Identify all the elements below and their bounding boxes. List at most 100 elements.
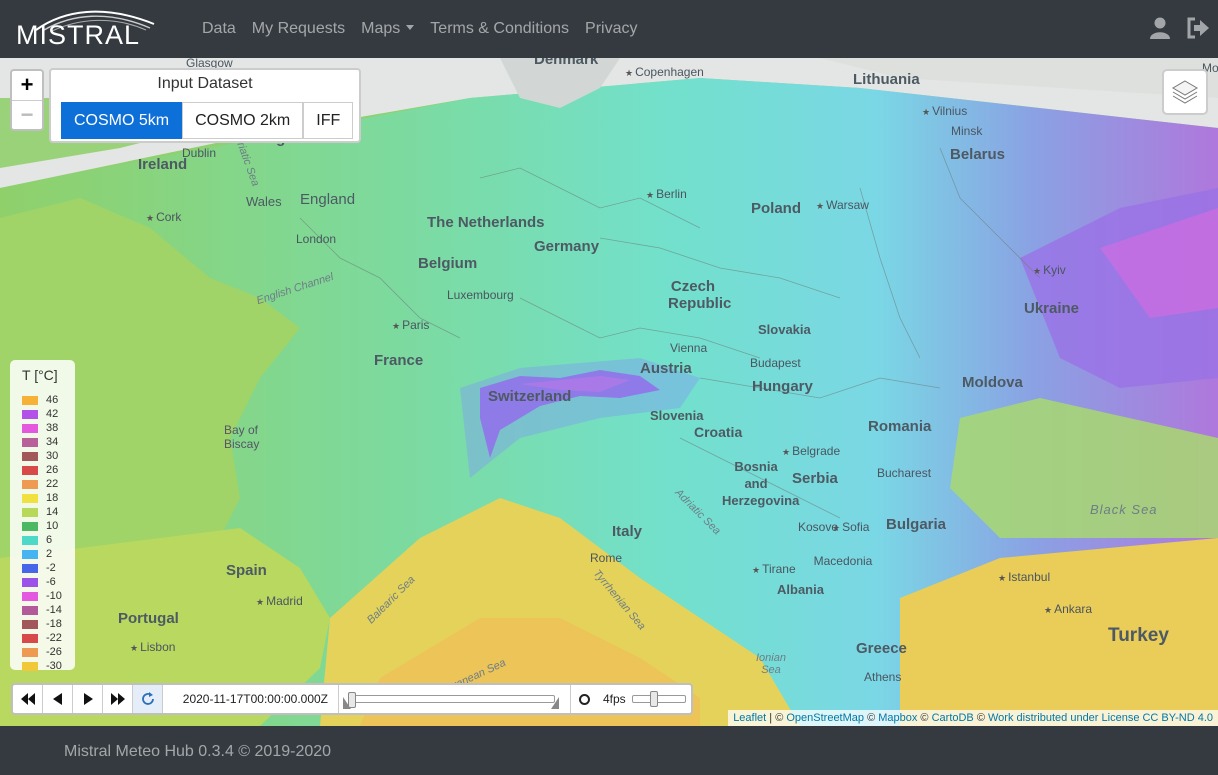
attribution-separator: ©: [973, 712, 988, 724]
map-label-country: Czech Republic: [668, 278, 732, 312]
layers-control[interactable]: [1162, 69, 1208, 115]
footer-text: Mistral Meteo Hub 0.3.4 © 2019-2020: [64, 743, 332, 760]
legend-value: 18: [46, 492, 59, 504]
map-label-country: Greece: [856, 640, 907, 657]
legend-title: T [°C]: [22, 367, 58, 383]
attribution-separator: ©: [917, 712, 932, 724]
legend-swatch: [22, 549, 38, 559]
nav-link-my-requests[interactable]: My Requests: [244, 20, 353, 38]
map-label-city: Warsaw: [816, 198, 869, 212]
first-frame-button[interactable]: [13, 685, 43, 713]
dataset-iff-button[interactable]: IFF: [303, 102, 354, 139]
map-label-city: Vilnius: [922, 104, 967, 118]
refresh-icon: [141, 692, 154, 705]
legend-row: 38: [22, 421, 58, 435]
map-label-city: Rome: [590, 551, 623, 565]
nav-link-terms[interactable]: Terms & Conditions: [422, 20, 577, 38]
legend-swatch: [22, 423, 38, 433]
dataset-cosmo-2km-button[interactable]: COSMO 2km: [182, 102, 304, 139]
mistral-logo[interactable]: MISTRAL: [14, 6, 156, 50]
cartodb-link[interactable]: CartoDB: [932, 712, 974, 724]
play-button[interactable]: [73, 685, 103, 713]
legend-row: 6: [22, 533, 52, 547]
legend-swatch: [22, 451, 38, 461]
legend-value: 38: [46, 422, 59, 434]
map-label-sea: Black Sea: [1090, 502, 1158, 517]
zoom-out-button[interactable]: −: [12, 100, 42, 129]
legend-value: 30: [46, 450, 59, 462]
map-label-country: The Netherlands: [427, 214, 545, 231]
time-slider-handle[interactable]: [348, 692, 356, 708]
map-attribution: Leaflet | © OpenStreetMap © Mapbox © Car…: [728, 710, 1218, 726]
layers-icon: [1172, 80, 1198, 104]
legend-row: 42: [22, 407, 58, 421]
openstreetmap-link[interactable]: OpenStreetMap: [786, 712, 864, 724]
attribution-separator: ©: [864, 712, 879, 724]
dataset-cosmo-5km-button[interactable]: COSMO 5km: [61, 102, 183, 139]
leaflet-link[interactable]: Leaflet: [733, 712, 766, 724]
legend-swatch: [22, 591, 38, 601]
legend-value: -14: [46, 604, 62, 616]
legend-value: -18: [46, 618, 62, 630]
map-label-city: Tirane: [752, 562, 796, 576]
legend-swatch: [22, 577, 38, 587]
legend-swatch: [22, 409, 38, 419]
map-container[interactable]: Glasgow Denmark Copenhagen Lithuania Vil…: [0, 58, 1218, 726]
legend-swatch: [22, 535, 38, 545]
temperature-legend: T [°C] 46 42 38 34 30 26 22 18 14 10 6 2 -2 -6 -10 -14 -…: [10, 360, 75, 673]
map-label-country: Moldova: [962, 374, 1023, 391]
last-frame-button[interactable]: [103, 685, 133, 713]
map-label-sea: Ionian Sea: [756, 652, 786, 676]
previous-frame-button[interactable]: [43, 685, 73, 713]
legend-value: 22: [46, 478, 59, 490]
legend-swatch: [22, 563, 38, 573]
legend-row: 18: [22, 491, 58, 505]
map-label-country: Poland: [751, 200, 802, 217]
mapbox-link[interactable]: Mapbox: [878, 712, 917, 724]
map-label-country: Belarus: [950, 146, 1006, 163]
map-label-country: Spain: [226, 562, 267, 579]
legend-row: 22: [22, 477, 58, 491]
map-label-city: Sofia: [832, 520, 869, 534]
legend-value: 46: [46, 394, 59, 406]
legend-value: 26: [46, 464, 59, 476]
navbar: MISTRAL Data My Requests Maps Terms & Co…: [0, 0, 1218, 58]
legend-row: 30: [22, 449, 58, 463]
clock-icon: [579, 694, 590, 705]
speed-label: 4fps: [603, 692, 626, 706]
skip-forward-icon: [110, 693, 125, 705]
user-icon[interactable]: [1148, 14, 1172, 42]
map-label-country: Slovakia: [758, 322, 811, 337]
nav-link-privacy[interactable]: Privacy: [577, 20, 645, 38]
legend-swatch: [22, 605, 38, 615]
legend-value: -22: [46, 632, 62, 644]
attribution-separator: | ©: [766, 712, 787, 724]
legend-row: -10: [22, 589, 62, 603]
input-dataset-title: Input Dataset: [157, 75, 253, 92]
map-label-country: Albania: [777, 582, 824, 597]
loop-button[interactable]: [133, 685, 163, 713]
legend-value: -6: [46, 576, 56, 588]
nav-link-data[interactable]: Data: [194, 20, 244, 38]
speed-slider-handle[interactable]: [650, 691, 658, 707]
map-label-country: Lithuania: [853, 71, 920, 88]
map-label-country: Bulgaria: [886, 516, 947, 533]
legend-row: 26: [22, 463, 58, 477]
map-label-city: Athens: [864, 670, 902, 684]
legend-swatch: [22, 619, 38, 629]
map-label-country: Wales: [246, 194, 282, 209]
legend-row: -6: [22, 575, 56, 589]
map-label-city: Lisbon: [130, 640, 175, 654]
legend-value: 34: [46, 436, 59, 448]
sign-out-icon[interactable]: [1186, 14, 1210, 42]
nav-link-maps[interactable]: Maps: [353, 20, 422, 38]
map-label-country: Ukraine: [1024, 300, 1080, 317]
map-label-city: Vienna: [670, 341, 708, 355]
legend-swatch: [22, 493, 38, 503]
map-label-country: Macedonia: [813, 554, 873, 568]
legend-row: -30: [22, 659, 62, 673]
zoom-in-button[interactable]: +: [12, 71, 42, 100]
map-label-country: Hungary: [752, 378, 813, 395]
time-slider[interactable]: [339, 685, 571, 713]
license-link[interactable]: Work distributed under License CC BY-ND …: [988, 712, 1213, 724]
